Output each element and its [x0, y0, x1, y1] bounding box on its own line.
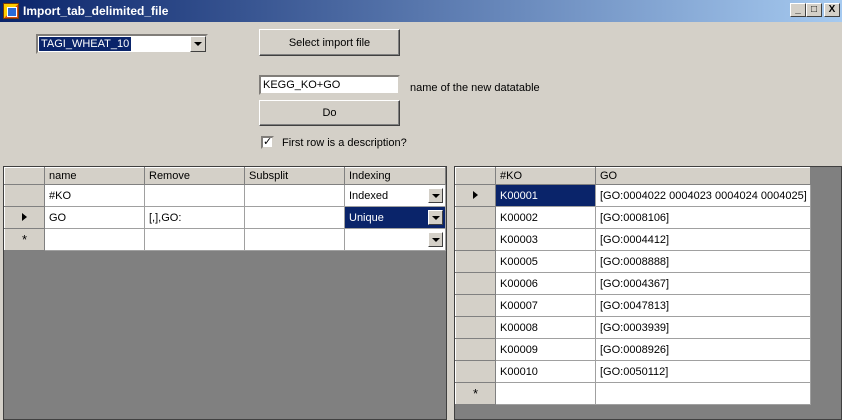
preview-grid: #KO GO K00001 [GO:0004022 0004023 000402…: [454, 166, 842, 420]
go-cell[interactable]: [GO:0004022 0004023 0004024 0004025]: [595, 184, 811, 207]
app-icon: [3, 3, 19, 19]
ko-cell[interactable]: K00007: [495, 294, 596, 317]
ko-cell[interactable]: [495, 382, 596, 405]
table-row: #KO Indexed: [4, 184, 446, 207]
new-row-icon: *: [472, 385, 479, 401]
do-button[interactable]: Do: [259, 100, 400, 126]
table-row: GO [,],GO: Unique: [4, 206, 446, 229]
row-header-current[interactable]: [4, 206, 45, 229]
table-row: K00002 [GO:0008106]: [455, 206, 811, 229]
row-header-corner: [455, 167, 496, 185]
go-cell[interactable]: [GO:0004412]: [595, 228, 811, 251]
go-cell[interactable]: [GO:0047813]: [595, 294, 811, 317]
go-cell[interactable]: [GO:0004367]: [595, 272, 811, 295]
new-row: *: [4, 228, 446, 251]
name-cell[interactable]: #KO: [44, 184, 145, 207]
ko-cell[interactable]: K00006: [495, 272, 596, 295]
table-row: K00005 [GO:0008888]: [455, 250, 811, 273]
column-header-subsplit[interactable]: Subsplit: [244, 167, 345, 185]
chevron-down-icon[interactable]: [428, 188, 443, 203]
row-header[interactable]: [455, 294, 496, 317]
name-cell[interactable]: GO: [44, 206, 145, 229]
row-header-current[interactable]: [455, 184, 496, 207]
source-combo-value: TAGI_WHEAT_10: [39, 37, 132, 51]
row-header[interactable]: [455, 228, 496, 251]
datatable-name-label: name of the new datatable: [410, 82, 540, 94]
ko-cell[interactable]: K00003: [495, 228, 596, 251]
ko-cell[interactable]: K00008: [495, 316, 596, 339]
window-controls: _ □ X: [788, 3, 840, 17]
table-row: K00009 [GO:0008926]: [455, 338, 811, 361]
new-row-header[interactable]: *: [4, 228, 45, 251]
first-row-checkbox-label: First row is a description?: [282, 136, 407, 149]
go-cell[interactable]: [GO:0008888]: [595, 250, 811, 273]
source-combo[interactable]: TAGI_WHEAT_10: [36, 34, 208, 54]
ko-cell[interactable]: K00010: [495, 360, 596, 383]
indexing-cell[interactable]: Indexed: [344, 184, 446, 207]
remove-cell[interactable]: [,],GO:: [144, 206, 245, 229]
new-row-header[interactable]: *: [455, 382, 496, 405]
column-header-remove[interactable]: Remove: [144, 167, 245, 185]
column-header-ko[interactable]: #KO: [495, 167, 596, 185]
table-row: K00008 [GO:0003939]: [455, 316, 811, 339]
chevron-down-icon[interactable]: [190, 36, 206, 52]
datatable-name-input[interactable]: KEGG_KO+GO: [259, 75, 400, 95]
ko-cell[interactable]: K00005: [495, 250, 596, 273]
minimize-button[interactable]: _: [790, 3, 806, 17]
table-row: K00007 [GO:0047813]: [455, 294, 811, 317]
table-row: K00006 [GO:0004367]: [455, 272, 811, 295]
indexing-cell[interactable]: Unique: [344, 206, 446, 229]
remove-cell[interactable]: [144, 184, 245, 207]
indexing-cell[interactable]: [344, 228, 446, 251]
go-cell[interactable]: [GO:0050112]: [595, 360, 811, 383]
go-cell[interactable]: [GO:0008106]: [595, 206, 811, 229]
select-import-file-button[interactable]: Select import file: [259, 29, 400, 56]
column-header-indexing[interactable]: Indexing: [344, 167, 446, 185]
go-cell[interactable]: [GO:0003939]: [595, 316, 811, 339]
row-header[interactable]: [455, 338, 496, 361]
ko-cell[interactable]: K00001: [495, 184, 596, 207]
window-title: Import_tab_delimited_file: [23, 4, 169, 18]
new-row: *: [455, 382, 811, 405]
row-header[interactable]: [455, 272, 496, 295]
row-header[interactable]: [455, 316, 496, 339]
chevron-down-icon[interactable]: [428, 232, 443, 247]
subsplit-cell[interactable]: [244, 206, 345, 229]
go-cell[interactable]: [GO:0008926]: [595, 338, 811, 361]
table-row: K00003 [GO:0004412]: [455, 228, 811, 251]
column-header-go[interactable]: GO: [595, 167, 811, 185]
row-header[interactable]: [455, 360, 496, 383]
row-header-corner: [4, 167, 45, 185]
table-row: K00001 [GO:0004022 0004023 0004024 00040…: [455, 184, 811, 207]
title-bar: Import_tab_delimited_file _ □ X: [0, 0, 842, 22]
splitter[interactable]: [447, 166, 454, 420]
column-settings-grid: name Remove Subsplit Indexing #KO Indexe…: [3, 166, 447, 420]
current-row-pointer-icon: [473, 190, 478, 199]
remove-cell[interactable]: [144, 228, 245, 251]
go-cell[interactable]: [595, 382, 811, 405]
maximize-button[interactable]: □: [806, 3, 822, 17]
ko-cell[interactable]: K00002: [495, 206, 596, 229]
first-row-description-option: ✓ First row is a description?: [261, 136, 407, 149]
chevron-down-icon[interactable]: [428, 210, 443, 225]
column-header-name[interactable]: name: [44, 167, 145, 185]
table-row: K00010 [GO:0050112]: [455, 360, 811, 383]
close-button[interactable]: X: [824, 3, 840, 17]
name-cell[interactable]: [44, 228, 145, 251]
indexing-value: Unique: [349, 211, 384, 224]
subsplit-cell[interactable]: [244, 184, 345, 207]
row-header[interactable]: [455, 250, 496, 273]
row-header[interactable]: [4, 184, 45, 207]
row-header[interactable]: [455, 206, 496, 229]
first-row-checkbox[interactable]: ✓: [261, 136, 274, 149]
indexing-value: Indexed: [349, 189, 389, 202]
ko-cell[interactable]: K00009: [495, 338, 596, 361]
subsplit-cell[interactable]: [244, 228, 345, 251]
current-row-pointer-icon: [22, 212, 27, 221]
new-row-icon: *: [21, 231, 28, 247]
